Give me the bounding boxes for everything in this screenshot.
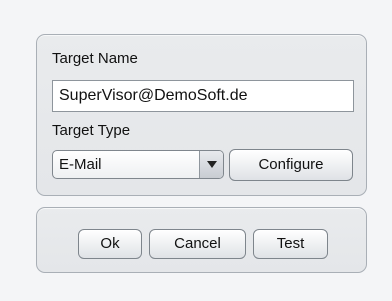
- target-type-label: Target Type: [52, 122, 131, 139]
- target-type-selected-value: E-Mail: [59, 156, 102, 173]
- test-button[interactable]: Test: [253, 229, 328, 259]
- target-settings-panel: Target Name Target Type E-Mail Configure: [36, 34, 367, 196]
- configure-button[interactable]: Configure: [229, 149, 353, 181]
- chevron-down-icon[interactable]: [199, 151, 223, 178]
- cancel-button[interactable]: Cancel: [149, 229, 246, 259]
- target-name-label: Target Name: [52, 50, 138, 67]
- ok-button[interactable]: Ok: [78, 229, 142, 259]
- target-name-input[interactable]: [52, 80, 354, 112]
- actions-panel: Ok Cancel Test: [36, 207, 367, 273]
- target-type-select[interactable]: E-Mail: [52, 150, 224, 179]
